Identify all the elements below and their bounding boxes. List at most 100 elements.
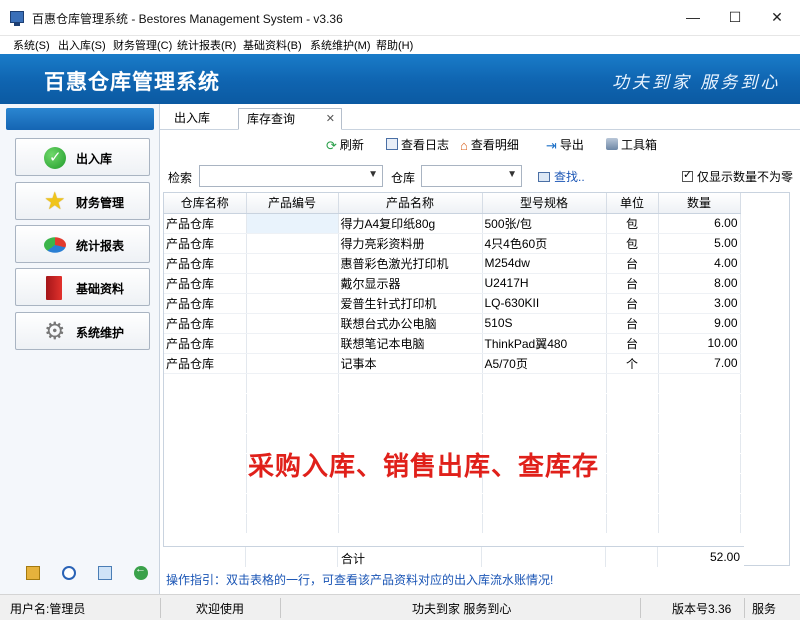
table-cell[interactable]: 3.00 [658,293,741,314]
column-header[interactable]: 型号规格 [482,193,607,214]
column-header[interactable]: 仓库名称 [164,193,247,214]
table-cell[interactable]: A5/70页 [482,353,607,374]
column-header[interactable]: 产品编号 [246,193,339,214]
table-row[interactable]: 产品仓库 得力A4复印纸80g 500张/包包 6.00 [164,213,741,234]
table-cell[interactable]: 产品仓库 [164,353,247,374]
table-cell[interactable] [246,253,339,274]
table-cell[interactable]: ThinkPad翼480 [482,333,607,354]
menu-finance[interactable]: 财务管理(C) [113,37,172,53]
tab-inventory-query[interactable]: 库存查询 ✕ [238,108,342,130]
menu-help[interactable]: 帮助(H) [376,37,413,53]
table-cell[interactable]: 戴尔显示器 [338,273,483,294]
table-row[interactable]: 产品仓库 记事本 A5/70页个 7.00 [164,353,741,374]
table-cell[interactable]: 个 [606,353,659,374]
table-row[interactable]: 产品仓库 联想台式办公电脑 510S 台 9.00 [164,313,741,334]
table-cell[interactable]: 4.00 [658,253,741,274]
table-cell[interactable]: 包 [606,213,659,234]
view-log-button[interactable]: 查看日志 [386,136,449,154]
table-cell[interactable]: 产品仓库 [164,313,247,334]
table-cell[interactable]: 产品仓库 [164,273,247,294]
table-cell[interactable]: 记事本 [338,353,483,374]
table-cell[interactable]: 联想笔记本电脑 [338,333,483,354]
column-header[interactable]: 数量 [658,193,741,214]
table-cell[interactable]: 产品仓库 [164,293,247,314]
table-cell[interactable]: 爱普生针式打印机 [338,293,483,314]
menu-stock-io[interactable]: 出入库(S) [58,37,106,53]
table-cell[interactable]: 510S [482,313,607,334]
table-cell[interactable]: 得力亮彩资料册 [338,233,483,254]
table-cell[interactable]: 10.00 [658,333,741,354]
key-icon[interactable] [26,566,40,580]
sidebar-item-reports[interactable]: 统计报表 [15,225,150,263]
sidebar-item-maintenance[interactable]: ⚙ 系统维护 [15,312,150,350]
table-cell[interactable]: 台 [606,313,659,334]
table-cell[interactable]: 联想台式办公电脑 [338,313,483,334]
export-button[interactable]: ⇥ 导出 [546,136,584,154]
find-button[interactable]: 查找.. [538,168,585,185]
table-cell[interactable]: M254dw [482,253,607,274]
sidebar-item-stock-io[interactable]: 出入库 [15,138,150,176]
menu-maintenance[interactable]: 系统维护(M) [310,37,371,53]
status-welcome: 欢迎使用 [196,602,245,616]
sidebar: 出入库 ★ 财务管理 统计报表 基础资料 ⚙ 系统维护 [0,104,160,594]
minimize-button[interactable]: — [670,0,716,34]
feature-caption: 采购入库、销售出库、查库存 [248,451,600,481]
table-cell[interactable] [246,233,339,254]
view-detail-button[interactable]: ⌂ 查看明细 [460,136,519,154]
table-cell[interactable]: 包 [606,233,659,254]
table-row[interactable]: 产品仓库 惠普彩色激光打印机 M254dw 台 4.00 [164,253,741,274]
inventory-table[interactable]: 仓库名称 产品编号 产品名称 型号规格 单位 数量 产品仓库 得力A4复印纸80g… [163,192,790,566]
menu-basic-data[interactable]: 基础资料(B) [243,37,302,53]
warehouse-select[interactable]: ▼ [421,165,522,187]
table-cell[interactable]: 台 [606,253,659,274]
tab-stock-io[interactable]: 出入库 [166,108,218,130]
table-cell[interactable]: 台 [606,273,659,294]
table-cell[interactable]: LQ-630KII [482,293,607,314]
table-cell[interactable]: 4只4色60页 [482,233,607,254]
search-combobox[interactable]: ▼ [199,165,383,187]
empty-cell [338,513,483,534]
table-cell[interactable]: 产品仓库 [164,253,247,274]
toolbox-button[interactable]: 工具箱 [606,136,657,154]
menu-reports[interactable]: 统计报表(R) [177,37,236,53]
table-row[interactable]: 产品仓库 戴尔显示器 U2417H 台 8.00 [164,273,741,294]
table-cell[interactable]: 台 [606,293,659,314]
table-cell[interactable]: 产品仓库 [164,233,247,254]
table-cell[interactable]: 产品仓库 [164,213,247,234]
menu-bar: 系统(S) 出入库(S) 财务管理(C) 统计报表(R) 基础资料(B) 系统维… [0,36,800,54]
table-cell[interactable] [246,333,339,354]
info-icon[interactable] [62,566,76,580]
sidebar-item-basic-data[interactable]: 基础资料 [15,268,150,306]
table-cell[interactable]: 产品仓库 [164,333,247,354]
back-arrow-icon[interactable] [134,563,148,580]
table-cell[interactable]: U2417H [482,273,607,294]
table-row[interactable]: 产品仓库 爱普生针式打印机 LQ-630KII 台 3.00 [164,293,741,314]
table-cell[interactable] [246,313,339,334]
sidebar-item-finance[interactable]: ★ 财务管理 [15,182,150,220]
table-cell[interactable]: 7.00 [658,353,741,374]
empty-cell [658,453,741,474]
table-cell[interactable]: 台 [606,333,659,354]
column-header[interactable]: 单位 [606,193,659,214]
table-cell[interactable]: 6.00 [658,213,741,234]
menu-system[interactable]: 系统(S) [13,37,50,53]
table-cell[interactable]: 得力A4复印纸80g [338,213,483,234]
table-cell[interactable]: 500张/包 [482,213,607,234]
nonzero-only-checkbox[interactable]: 仅显示数量不为零 [682,168,793,185]
maximize-button[interactable]: ☐ [712,0,758,34]
tab-close-icon[interactable]: ✕ [326,109,335,129]
table-cell[interactable] [246,273,339,294]
table-cell[interactable] [246,293,339,314]
table-cell[interactable]: 9.00 [658,313,741,334]
table-cell[interactable] [246,353,339,374]
table-cell[interactable]: 5.00 [658,233,741,254]
refresh-button[interactable]: ⟳ 刷新 [326,136,364,154]
column-header[interactable]: 产品名称 [338,193,483,214]
table-cell[interactable] [246,213,339,234]
table-row[interactable]: 产品仓库 联想笔记本电脑 ThinkPad翼480 台 10.00 [164,333,741,354]
table-row[interactable]: 产品仓库 得力亮彩资料册 4只4色60页包 5.00 [164,233,741,254]
close-button[interactable]: ✕ [754,0,800,34]
search-window-icon[interactable] [98,566,112,580]
table-cell[interactable]: 8.00 [658,273,741,294]
table-cell[interactable]: 惠普彩色激光打印机 [338,253,483,274]
